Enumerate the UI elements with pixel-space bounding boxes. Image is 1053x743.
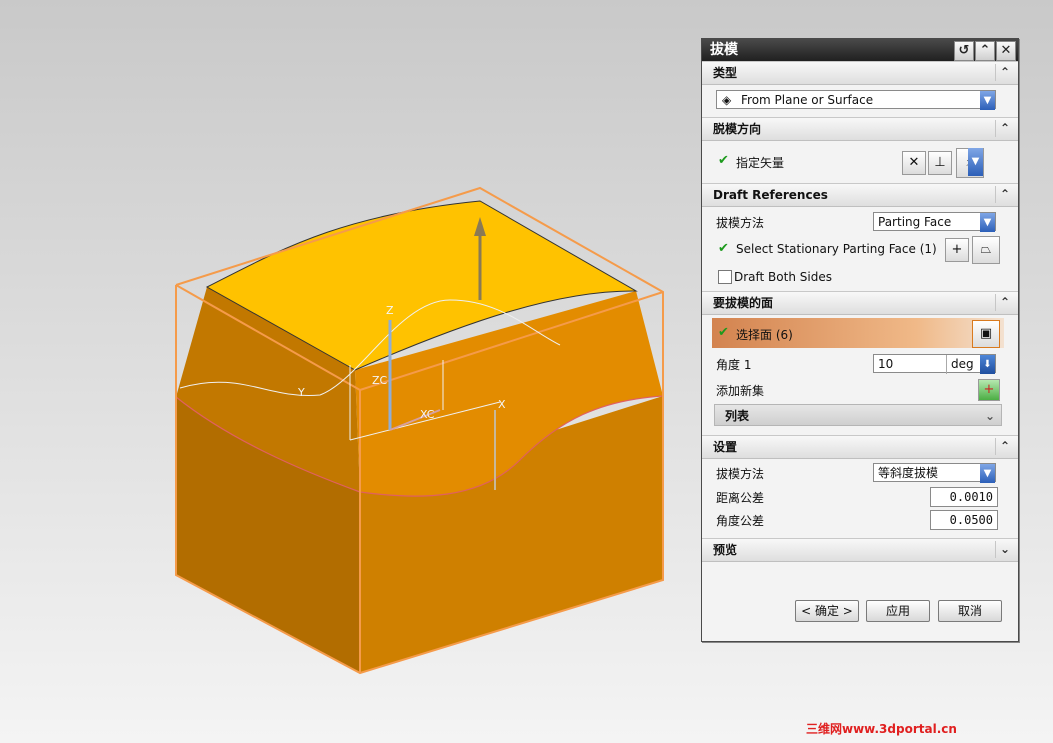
specify-vector-row[interactable]: ✔ 指定矢量 ✕ ⊥ ⚡ ▼ bbox=[702, 141, 1018, 183]
dialog-titlebar[interactable]: 拔模 ↺ ⌃ ✕ bbox=[702, 39, 1018, 61]
angle-tolerance-input[interactable]: 0.0500 bbox=[930, 510, 998, 530]
draft-both-sides-label: Draft Both Sides bbox=[734, 270, 832, 284]
chevron-up-icon[interactable]: ⌃ bbox=[995, 438, 1014, 455]
vector-reverse-icon[interactable]: ⊥ bbox=[928, 151, 952, 175]
section-preview-header[interactable]: 预览 ⌄ bbox=[702, 538, 1018, 562]
draft-both-sides-checkbox[interactable] bbox=[718, 270, 732, 284]
chevron-down-icon[interactable]: ⌄ bbox=[995, 541, 1014, 558]
face-rule-icon[interactable]: + bbox=[945, 238, 969, 262]
cancel-button[interactable]: 取消 bbox=[938, 600, 1002, 622]
chevron-up-icon[interactable]: ⌃ bbox=[995, 64, 1014, 81]
draft-method-value: Parting Face bbox=[878, 215, 952, 229]
ok-button[interactable]: < 确定 > bbox=[795, 600, 859, 622]
x-label: X bbox=[498, 398, 506, 411]
add-set-icon[interactable]: + bbox=[978, 379, 1000, 401]
section-direction-header[interactable]: 脱模方向 ⌃ bbox=[702, 117, 1018, 141]
check-icon: ✔ bbox=[718, 325, 729, 340]
close-icon[interactable]: ✕ bbox=[996, 41, 1016, 61]
type-select-value: From Plane or Surface bbox=[741, 93, 874, 107]
section-faces-title: 要拔模的面 bbox=[713, 296, 774, 310]
select-face-row[interactable]: ✔ 选择面 (6) ▣ bbox=[702, 315, 1018, 351]
select-parting-face-row[interactable]: ✔ Select Stationary Parting Face (1) + ⏢ bbox=[702, 235, 1018, 265]
section-type-header[interactable]: 类型 ⌃ bbox=[702, 61, 1018, 85]
section-type-title: 类型 bbox=[713, 66, 738, 80]
settings-method-label: 拔模方法 bbox=[716, 467, 765, 481]
xc-label: XC bbox=[420, 408, 435, 421]
add-new-set-label: 添加新集 bbox=[716, 384, 765, 398]
apply-button[interactable]: 应用 bbox=[866, 600, 930, 622]
settings-method-value: 等斜度拔模 bbox=[878, 466, 939, 480]
angle-tolerance-row: 角度公差 0.0500 bbox=[702, 508, 1018, 532]
check-icon: ✔ bbox=[718, 153, 729, 168]
list-row: 列表 ⌄ bbox=[702, 403, 1018, 429]
angle-tolerance-label: 角度公差 bbox=[716, 514, 765, 528]
chevron-down-icon[interactable]: ▼ bbox=[980, 464, 995, 483]
draft-both-sides-row[interactable]: Draft Both Sides bbox=[702, 265, 1018, 291]
angle-label: 角度 1 bbox=[716, 358, 752, 372]
chevron-down-icon[interactable]: ⌄ bbox=[985, 405, 995, 427]
section-draft-refs-header[interactable]: Draft References ⌃ bbox=[702, 183, 1018, 207]
angle-input[interactable]: 10 deg ⬇ bbox=[873, 354, 996, 374]
section-preview-title: 预览 bbox=[713, 543, 738, 557]
collapse-dialog-icon[interactable]: ⌃ bbox=[975, 41, 995, 61]
face-cube-icon[interactable]: ▣ bbox=[972, 320, 1000, 348]
angle-value: 10 bbox=[878, 357, 894, 371]
vector-dialog-icon[interactable]: ✕ bbox=[902, 151, 926, 175]
list-label: 列表 bbox=[725, 409, 750, 423]
draft-dialog: 拔模 ↺ ⌃ ✕ 类型 ⌃ ◈ From Plane or Surface ▼ … bbox=[701, 38, 1019, 642]
angle-row: 角度 1 10 deg ⬇ bbox=[702, 351, 1018, 377]
y-label: Y bbox=[297, 386, 305, 399]
check-icon: ✔ bbox=[718, 241, 729, 256]
distance-tolerance-input[interactable]: 0.0010 bbox=[930, 487, 998, 507]
section-settings-title: 设置 bbox=[713, 440, 738, 454]
reset-icon[interactable]: ↺ bbox=[954, 41, 974, 61]
chevron-up-icon[interactable]: ⌃ bbox=[995, 294, 1014, 311]
z-label: Z bbox=[386, 304, 394, 317]
graphics-viewport[interactable]: ZC XC X Y Z bbox=[0, 0, 700, 743]
select-parting-face-label: Select Stationary Parting Face (1) bbox=[736, 242, 937, 256]
distance-tolerance-row: 距离公差 0.0010 bbox=[702, 485, 1018, 508]
type-select[interactable]: ◈ From Plane or Surface ▼ bbox=[716, 90, 996, 110]
angle-arrow-icon[interactable]: ⬇ bbox=[980, 355, 995, 374]
section-settings-header[interactable]: 设置 ⌃ bbox=[702, 435, 1018, 459]
plane-icon: ◈ bbox=[722, 93, 732, 107]
type-row: ◈ From Plane or Surface ▼ bbox=[702, 85, 1018, 117]
select-face-label: 选择面 (6) bbox=[736, 328, 793, 342]
angle-unit: deg bbox=[946, 355, 974, 374]
distance-tolerance-label: 距离公差 bbox=[716, 491, 765, 505]
watermark: 三维网www.3dportal.cn bbox=[806, 722, 957, 736]
zc-label: ZC bbox=[372, 374, 388, 387]
chevron-down-icon[interactable]: ▼ bbox=[968, 148, 983, 176]
section-direction-title: 脱模方向 bbox=[713, 122, 762, 136]
chevron-down-icon[interactable]: ▼ bbox=[980, 213, 995, 232]
chevron-up-icon[interactable]: ⌃ bbox=[995, 120, 1014, 137]
specify-vector-label: 指定矢量 bbox=[736, 156, 785, 170]
settings-method-row: 拔模方法 等斜度拔模 ▼ bbox=[702, 459, 1018, 485]
chevron-down-icon[interactable]: ▼ bbox=[980, 91, 995, 110]
dialog-title: 拔模 bbox=[710, 42, 738, 58]
list-toggle[interactable]: 列表 ⌄ bbox=[714, 404, 1002, 426]
draft-method-row: 拔模方法 Parting Face ▼ bbox=[702, 207, 1018, 235]
draft-method-label: 拔模方法 bbox=[716, 216, 765, 230]
section-draft-refs-title: Draft References bbox=[713, 188, 828, 202]
parting-face-icon[interactable]: ⏢ bbox=[972, 236, 1000, 264]
model-view: ZC XC X Y Z bbox=[175, 186, 664, 675]
draft-method-select[interactable]: Parting Face ▼ bbox=[873, 212, 996, 232]
add-new-set-row: 添加新集 + bbox=[702, 377, 1018, 403]
chevron-up-icon[interactable]: ⌃ bbox=[995, 186, 1014, 203]
section-faces-header[interactable]: 要拔模的面 ⌃ bbox=[702, 291, 1018, 315]
settings-method-select[interactable]: 等斜度拔模 ▼ bbox=[873, 463, 996, 483]
